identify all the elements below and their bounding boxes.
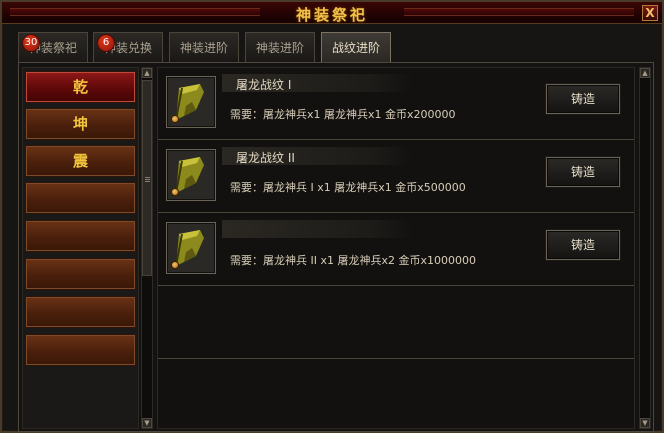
item-name-bar (222, 220, 412, 238)
tab-zhanwen-jinjie[interactable]: 战纹进阶 (321, 32, 391, 63)
trigram-item-empty[interactable] (25, 182, 136, 214)
content-frame: 乾 坤 震 ▲ ▼ 屠龙战纹 I 需要：屠龙神兵x1 屠龙神兵x1 金币x200… (18, 62, 654, 432)
tab-shenzhuang-duihuan[interactable]: 神装兑换 6 (93, 32, 163, 62)
item-name: 屠龙战纹 II (236, 151, 295, 165)
scroll-down-arrow-icon[interactable]: ▼ (142, 418, 152, 428)
scroll-up-arrow-icon[interactable]: ▲ (142, 68, 152, 78)
trigram-item-empty[interactable] (25, 258, 136, 290)
tab-badge-count: 30 (22, 34, 40, 52)
scroll-down-arrow-icon[interactable]: ▼ (640, 418, 650, 428)
tab-label: 神装进阶 (179, 41, 228, 55)
trigram-item-zhen[interactable]: 震 (25, 145, 136, 177)
trigram-item-empty[interactable] (25, 220, 136, 252)
lock-icon (171, 261, 179, 269)
battle-rune-icon[interactable] (166, 76, 216, 128)
battle-rune-icon[interactable] (166, 222, 216, 274)
grip-line (145, 181, 150, 182)
lock-icon (171, 188, 179, 196)
item-list-scrollbar[interactable]: ▲ ▼ (639, 67, 651, 429)
battle-rune-icon[interactable] (166, 149, 216, 201)
scrollbar-thumb[interactable] (142, 80, 152, 276)
lock-icon (171, 115, 179, 123)
tab-shenzhuang-jisi[interactable]: 神装祭祀 30 (18, 32, 88, 62)
trigram-list: 乾 坤 震 (22, 67, 139, 429)
list-item: 需要：屠龙神兵 II x1 屠龙神兵x2 金币x1000000 铸造 (158, 214, 634, 286)
trigram-item-kun[interactable]: 坤 (25, 108, 136, 140)
forge-button[interactable]: 铸造 (546, 84, 620, 114)
trigram-item-empty[interactable] (25, 334, 136, 366)
list-item: 屠龙战纹 I 需要：屠龙神兵x1 屠龙神兵x1 金币x200000 铸造 (158, 68, 634, 140)
grip-line (145, 177, 150, 178)
trigram-scrollbar[interactable]: ▲ ▼ (141, 67, 153, 429)
tab-shenzhuang-jinjie-2[interactable]: 神装进阶 (245, 32, 315, 62)
game-window: 神装祭祀 X 神装祭祀 30 神装兑换 6 神装进阶 神装进阶 战纹进阶 乾 坤… (0, 0, 664, 433)
forge-button[interactable]: 铸造 (546, 230, 620, 260)
tab-shenzhuang-jinjie-1[interactable]: 神装进阶 (169, 32, 239, 62)
forge-button[interactable]: 铸造 (546, 157, 620, 187)
trigram-item-empty[interactable] (25, 296, 136, 328)
tab-badge-count: 6 (97, 34, 115, 52)
item-requirement: 需要：屠龙神兵 II x1 屠龙神兵x2 金币x1000000 (230, 254, 476, 267)
close-button[interactable]: X (642, 5, 658, 21)
list-item-empty (158, 287, 634, 359)
item-requirement: 需要：屠龙神兵 I x1 屠龙神兵x1 金币x500000 (230, 181, 466, 194)
title-bar: 神装祭祀 X (2, 2, 662, 24)
window-title: 神装祭祀 (295, 6, 368, 24)
grip-line (145, 179, 150, 180)
item-list: 屠龙战纹 I 需要：屠龙神兵x1 屠龙神兵x1 金币x200000 铸造 屠龙战… (157, 67, 635, 429)
list-item: 屠龙战纹 II 需要：屠龙神兵 I x1 屠龙神兵x1 金币x500000 铸造 (158, 141, 634, 213)
tab-label: 神装进阶 (255, 41, 304, 55)
trigram-item-qian[interactable]: 乾 (25, 71, 136, 103)
item-name: 屠龙战纹 I (236, 78, 292, 92)
tab-label: 战纹进阶 (331, 41, 380, 55)
scroll-up-arrow-icon[interactable]: ▲ (640, 68, 650, 78)
item-requirement: 需要：屠龙神兵x1 屠龙神兵x1 金币x200000 (230, 108, 456, 121)
